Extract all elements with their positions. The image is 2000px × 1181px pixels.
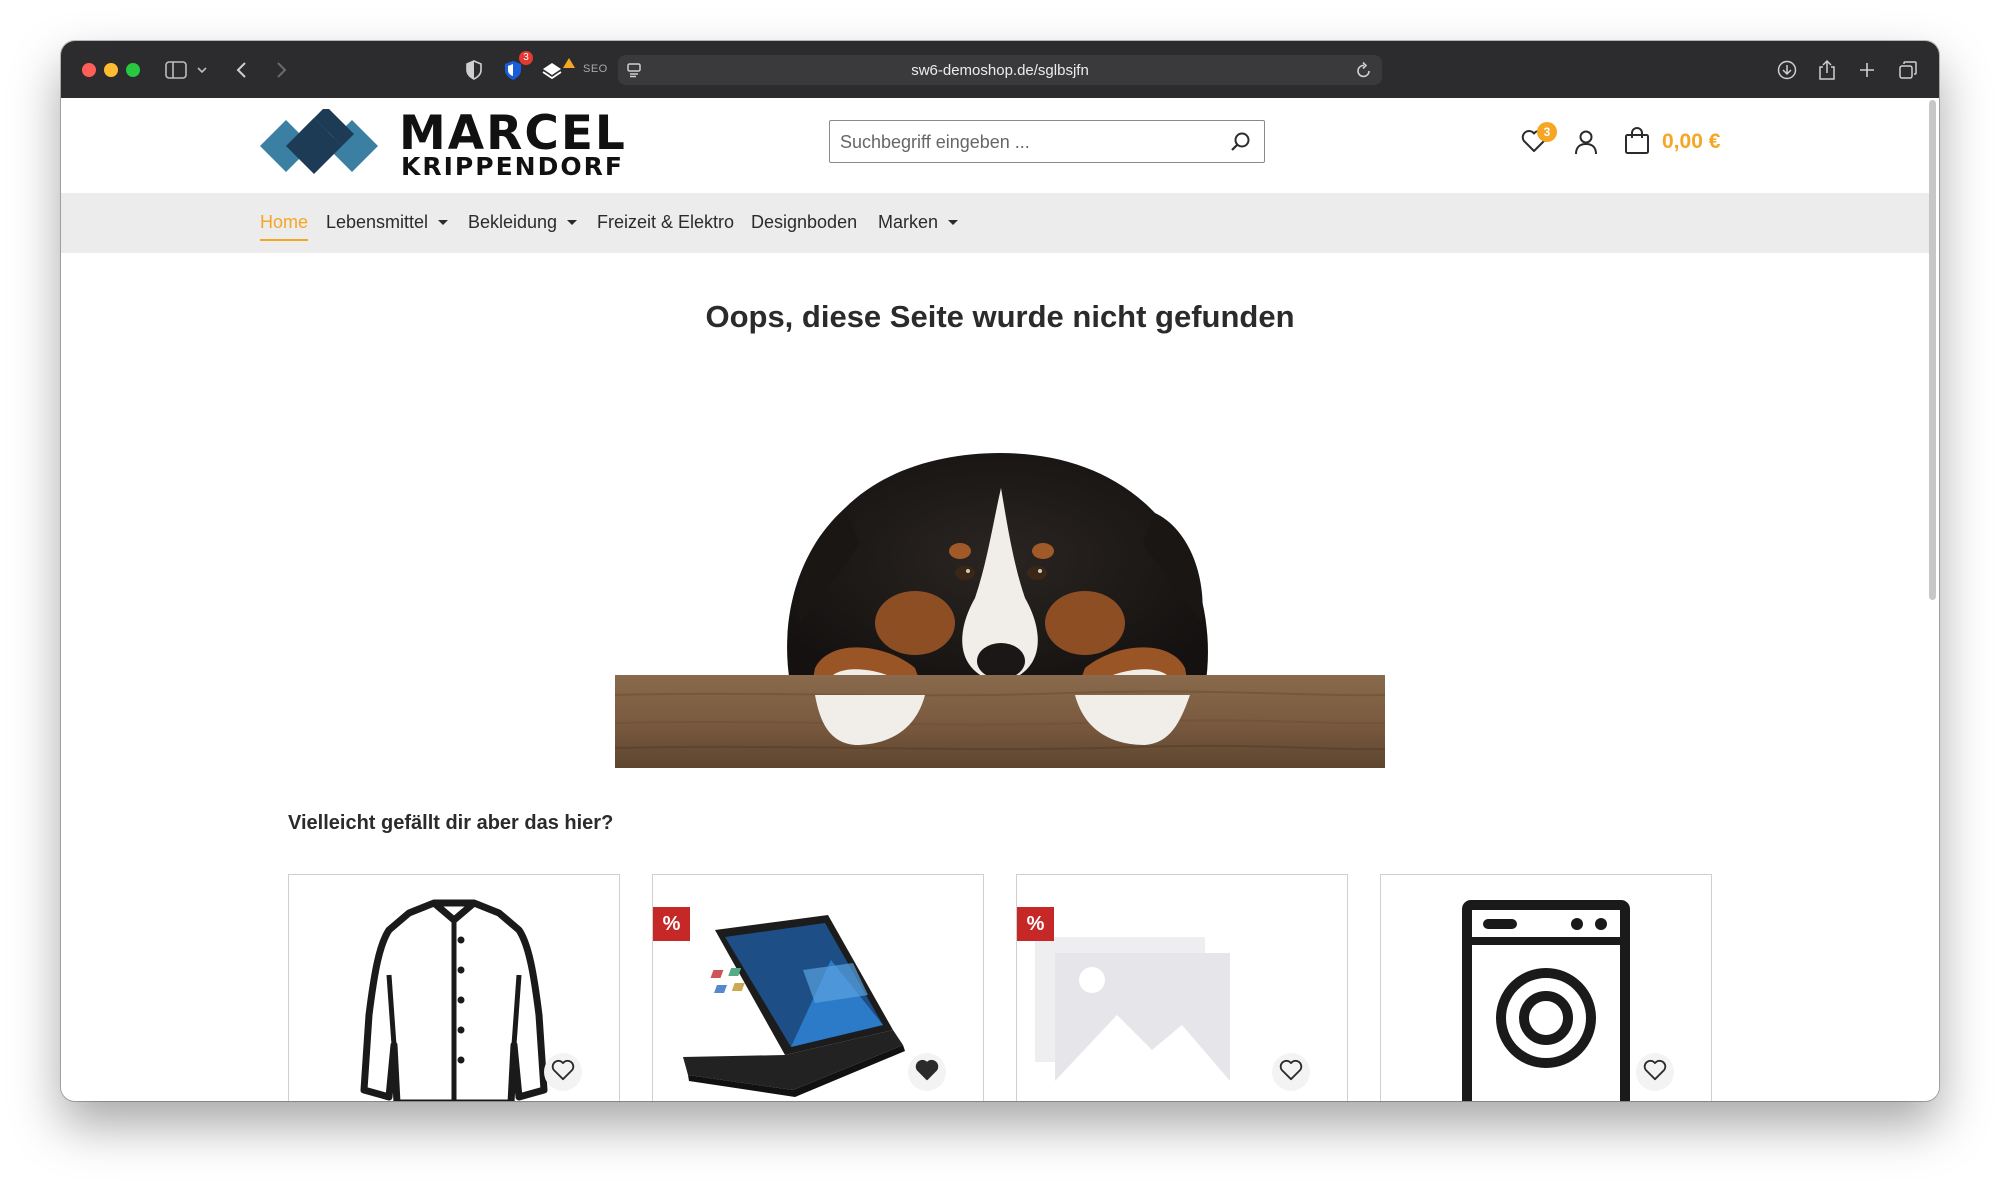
heart-outline-icon bbox=[1279, 1059, 1303, 1086]
nav-item-freizeit-elektro[interactable]: Freizeit & Elektro bbox=[597, 212, 734, 233]
layers-extension-icon[interactable] bbox=[541, 56, 563, 84]
nav-item-label: Home bbox=[260, 212, 309, 232]
forward-icon[interactable] bbox=[275, 56, 287, 84]
address-bar[interactable]: sw6-demoshop.de/sglbsjfn bbox=[618, 55, 1382, 85]
caret-down-icon bbox=[438, 220, 449, 225]
shop-header: MARCEL KRIPPENDORF 3 0,00 € bbox=[61, 98, 1929, 193]
page-title: Oops, diese Seite wurde nicht gefunden bbox=[705, 299, 1295, 334]
seo-extension-label[interactable]: SEO bbox=[583, 63, 608, 75]
heart-outline-icon bbox=[551, 1059, 575, 1086]
nav-item-label: Lebensmittel bbox=[326, 212, 429, 232]
search-input[interactable] bbox=[840, 128, 1210, 156]
search-icon[interactable] bbox=[1230, 131, 1252, 158]
recommendations-heading: Vielleicht gefällt dir aber das hier? bbox=[288, 812, 614, 834]
heart-outline-icon bbox=[1643, 1059, 1667, 1086]
hero-dog-image bbox=[615, 453, 1385, 768]
heart-filled-icon bbox=[915, 1059, 939, 1086]
vertical-scrollbar[interactable] bbox=[1929, 100, 1936, 600]
privacy-shield-icon[interactable] bbox=[465, 56, 483, 84]
remove-from-wishlist-button[interactable] bbox=[908, 1053, 946, 1091]
caret-down-icon bbox=[567, 220, 578, 225]
downloads-icon[interactable] bbox=[1777, 56, 1797, 84]
caret-down-icon bbox=[948, 220, 959, 225]
nav-item-designboden[interactable]: Designboden bbox=[751, 212, 857, 233]
nav-item-bekleidung[interactable]: Bekleidung bbox=[468, 212, 578, 233]
new-tab-icon[interactable] bbox=[1858, 56, 1876, 84]
back-icon[interactable] bbox=[236, 56, 248, 84]
chevron-down-icon[interactable] bbox=[197, 56, 207, 84]
product-card[interactable] bbox=[288, 874, 620, 1101]
logo-mark-icon bbox=[260, 109, 378, 174]
nav-item-label: Designboden bbox=[751, 212, 858, 232]
nav-item-label: Freizeit & Elektro bbox=[597, 212, 735, 232]
share-icon[interactable] bbox=[1818, 56, 1836, 84]
nav-item-home[interactable]: Home bbox=[260, 212, 309, 241]
warning-icon bbox=[563, 49, 575, 77]
account-icon[interactable] bbox=[1574, 129, 1598, 160]
reload-icon[interactable] bbox=[1356, 61, 1372, 84]
wishlist-count-badge: 3 bbox=[1537, 122, 1557, 142]
close-window-button[interactable] bbox=[82, 63, 96, 77]
main-navigation: Home Lebensmittel Bekleidung Freizeit & … bbox=[61, 193, 1929, 253]
minimize-window-button[interactable] bbox=[104, 63, 118, 77]
sale-badge: % bbox=[1017, 907, 1054, 941]
tab-overview-icon[interactable] bbox=[1898, 56, 1918, 84]
sidebar-toggle-icon[interactable] bbox=[165, 56, 187, 84]
page-content: MARCEL KRIPPENDORF 3 0,00 € bbox=[61, 98, 1939, 1101]
nav-item-label: Marken bbox=[878, 212, 939, 232]
search-box bbox=[829, 120, 1265, 163]
browser-toolbar: 3 SEO sw6-demoshop.de/sglbsjfn bbox=[61, 41, 1939, 98]
browser-window: 3 SEO sw6-demoshop.de/sglbsjfn MARCEL KR… bbox=[61, 41, 1939, 1101]
product-card[interactable]: % bbox=[652, 874, 984, 1101]
sale-badge: % bbox=[653, 907, 690, 941]
cart-total[interactable]: 0,00 € bbox=[1662, 130, 1720, 154]
zoom-window-button[interactable] bbox=[126, 63, 140, 77]
add-to-wishlist-button[interactable] bbox=[1636, 1053, 1674, 1091]
add-to-wishlist-button[interactable] bbox=[1272, 1053, 1310, 1091]
extension-badge: 3 bbox=[519, 51, 533, 65]
url-text[interactable]: sw6-demoshop.de/sglbsjfn bbox=[618, 62, 1382, 79]
cart-bag-icon[interactable] bbox=[1624, 127, 1650, 160]
shop-logo[interactable]: MARCEL KRIPPENDORF bbox=[260, 104, 625, 184]
nav-item-lebensmittel[interactable]: Lebensmittel bbox=[326, 212, 449, 233]
add-to-wishlist-button[interactable] bbox=[544, 1053, 582, 1091]
nav-item-marken[interactable]: Marken bbox=[878, 212, 959, 233]
logo-line-2: KRIPPENDORF bbox=[401, 152, 624, 181]
product-card[interactable] bbox=[1380, 874, 1712, 1101]
nav-item-label: Bekleidung bbox=[468, 212, 558, 232]
product-card[interactable]: % bbox=[1016, 874, 1348, 1101]
